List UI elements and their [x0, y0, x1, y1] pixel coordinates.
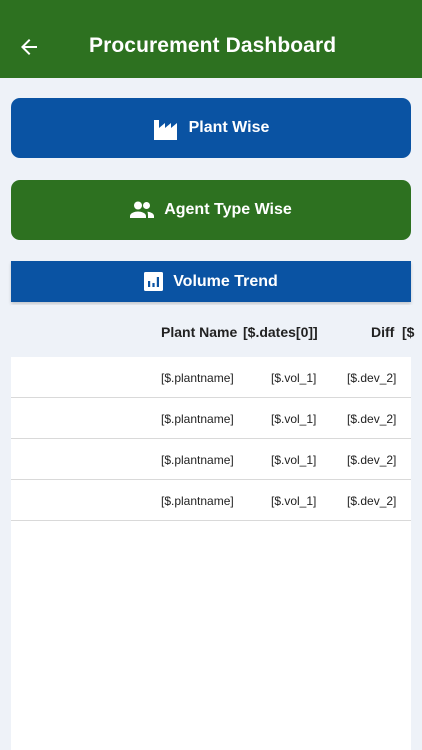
table-header: Plant Name [$.dates[0]] Diff [$	[11, 305, 422, 357]
column-header-extra: [$	[402, 324, 415, 340]
app-bar: Procurement Dashboard	[0, 0, 422, 78]
table-body: [$.plantname] [$.vol_1] [$.dev_2] [$.pla…	[11, 357, 411, 750]
table-row[interactable]: [$.plantname] [$.vol_1] [$.dev_2]	[11, 480, 411, 521]
cell-deviation: [$.dev_2]	[347, 453, 397, 467]
page-title: Procurement Dashboard	[89, 34, 337, 57]
factory-icon	[153, 116, 179, 140]
cell-deviation: [$.dev_2]	[347, 371, 397, 385]
cell-plant-name: [$.plantname]	[161, 371, 234, 385]
table-row[interactable]: [$.plantname] [$.vol_1] [$.dev_2]	[11, 439, 411, 480]
table-row[interactable]: [$.plantname] [$.vol_1] [$.dev_2]	[11, 357, 411, 398]
plant-wise-button[interactable]: Plant Wise	[11, 98, 411, 158]
cell-plant-name: [$.plantname]	[161, 453, 234, 467]
column-header-date: [$.dates[0]]	[243, 324, 318, 340]
volume-trend-header[interactable]: Volume Trend	[11, 261, 411, 302]
column-header-plant-name: Plant Name	[161, 324, 238, 340]
column-header-diff: Diff	[371, 324, 395, 340]
volume-trend-label: Volume Trend	[173, 272, 278, 290]
agent-type-wise-button[interactable]: Agent Type Wise	[11, 180, 411, 240]
cell-volume: [$.vol_1]	[271, 453, 317, 467]
plant-wise-label: Plant Wise	[188, 119, 270, 136]
cell-deviation: [$.dev_2]	[347, 494, 397, 508]
agent-type-wise-label: Agent Type Wise	[164, 201, 292, 218]
back-button[interactable]	[12, 30, 46, 64]
table-row[interactable]: [$.plantname] [$.vol_1] [$.dev_2]	[11, 398, 411, 439]
cell-volume: [$.vol_1]	[271, 494, 317, 508]
people-icon	[130, 201, 155, 219]
bar-chart-icon	[144, 272, 164, 291]
arrow-left-icon	[21, 39, 37, 55]
cell-plant-name: [$.plantname]	[161, 494, 234, 508]
cell-plant-name: [$.plantname]	[161, 412, 234, 426]
cell-deviation: [$.dev_2]	[347, 412, 397, 426]
cell-volume: [$.vol_1]	[271, 412, 317, 426]
cell-volume: [$.vol_1]	[271, 371, 317, 385]
